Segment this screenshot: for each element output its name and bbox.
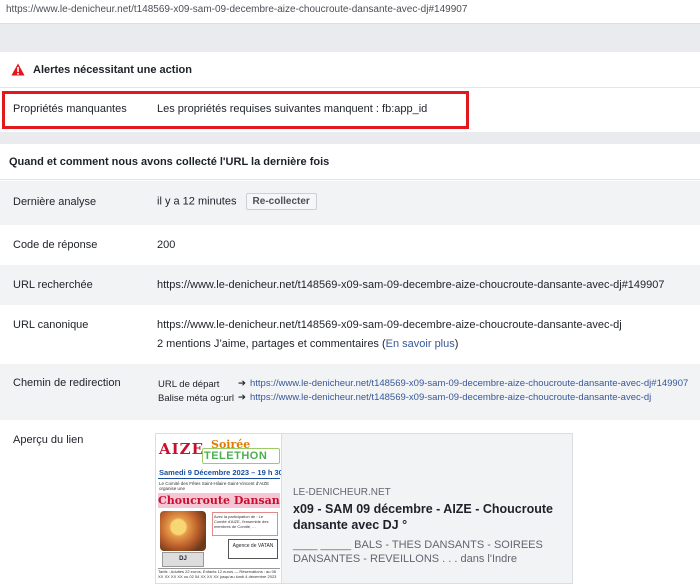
redirect-og-entry: ➔ https://www.le-denicheur.net/t148569-x0… [238, 392, 651, 403]
poster-food-image [160, 511, 206, 551]
top-url-bar: https://www.le-denicheur.net/t148569-x09… [0, 0, 700, 24]
poster-choucroute: Choucroute Dansante [158, 493, 280, 508]
redirect-og-link[interactable]: https://www.le-denicheur.net/t148569-x09… [250, 392, 651, 403]
mentions-line: 2 mentions J’aime, partages et commentai… [157, 338, 458, 350]
redirect-start-link[interactable]: https://www.le-denicheur.net/t148569-x09… [250, 378, 688, 389]
arrow-right-icon: ➔ [238, 392, 246, 403]
redirect-start-label: URL de départ [158, 379, 220, 390]
learn-more-link[interactable]: En savoir plus [386, 338, 455, 350]
preview-title: x09 - SAM 09 décembre - AIZE - Choucrout… [293, 502, 554, 532]
response-code-value: 200 [157, 239, 176, 251]
rescrape-button[interactable]: Re-collecter [245, 193, 317, 210]
poster-agency: Agence de VATAN [228, 539, 278, 559]
last-scan-row: Dernière analyse il y a 12 minutes Re-co… [0, 181, 700, 225]
poster-divider [158, 478, 280, 479]
poster-telethon: TELETHON [204, 450, 268, 462]
preview-site: LE-DENICHEUR.NET [293, 487, 391, 498]
redirect-start-entry: ➔ https://www.le-denicheur.net/t148569-x0… [238, 378, 688, 389]
response-code-label: Code de réponse [13, 239, 98, 251]
alerts-title: Alertes nécessitant une action [33, 63, 192, 76]
last-scan-value-wrap: il y a 12 minutes Re-collecter [157, 193, 317, 210]
top-url-text: https://www.le-denicheur.net/t148569-x09… [6, 4, 468, 15]
scrape-info-title: Quand et comment nous avons collecté l'U… [0, 144, 700, 180]
poster-participation: Avec la participation de : Le Comité d'A… [212, 512, 278, 536]
redirect-path-label: Chemin de redirection [13, 377, 121, 389]
mentions-close: ) [454, 338, 459, 350]
arrow-right-icon: ➔ [238, 378, 246, 389]
canonical-url-link[interactable]: https://www.le-denicheur.net/t148569-x09… [157, 319, 622, 331]
poster-aize: AIZE [159, 440, 205, 458]
redirect-og-label: Balise méta og:url [158, 393, 235, 404]
alerts-header: Alertes nécessitant une action [0, 52, 700, 88]
poster-intro: Le Comité des Fêtes Saint-Hilaire-Saint-… [159, 481, 270, 491]
poster-footer: Tarifs : Adultes 22 euros, Enfants 12 eu… [158, 568, 280, 583]
missing-properties-label: Propriétés manquantes [13, 103, 127, 115]
last-scan-value: il y a 12 minutes [157, 195, 237, 208]
link-preview-label: Aperçu du lien [13, 434, 84, 446]
mentions-text: 2 mentions J’aime, partages et commentai… [157, 338, 386, 350]
missing-properties-value: Les propriétés requises suivantes manque… [157, 103, 428, 115]
fetched-url-label: URL recherchée [13, 279, 93, 291]
link-preview-card[interactable]: AIZE Soirée TELETHON Samedi 9 Décembre 2… [155, 433, 573, 584]
scrape-info-panel: Quand et comment nous avons collecté l'U… [0, 144, 700, 584]
preview-description: ____ _____ BALS - THES DANSANTS - SOIREE… [293, 539, 543, 565]
alerts-panel: Alertes nécessitant une action Propriété… [0, 52, 700, 132]
canonical-url-row: URL canonique https://www.le-denicheur.n… [0, 305, 700, 364]
poster-dj: DJ [162, 552, 204, 567]
warning-icon [11, 63, 25, 76]
poster-date: Samedi 9 Décembre 2023 – 19 h 30 [159, 468, 282, 477]
fetched-url-link[interactable]: https://www.le-denicheur.net/t148569-x09… [157, 279, 665, 291]
canonical-url-label: URL canonique [13, 319, 89, 331]
missing-properties-row: Propriétés manquantes Les propriétés req… [0, 88, 700, 132]
last-scan-label: Dernière analyse [13, 196, 97, 208]
fetched-url-row: URL recherchée https://www.le-denicheur.… [0, 265, 700, 305]
redirect-path-row: Chemin de redirection URL de départ ➔ htt… [0, 364, 700, 420]
preview-image: AIZE Soirée TELETHON Samedi 9 Décembre 2… [156, 434, 282, 583]
response-code-row: Code de réponse 200 [0, 225, 700, 265]
